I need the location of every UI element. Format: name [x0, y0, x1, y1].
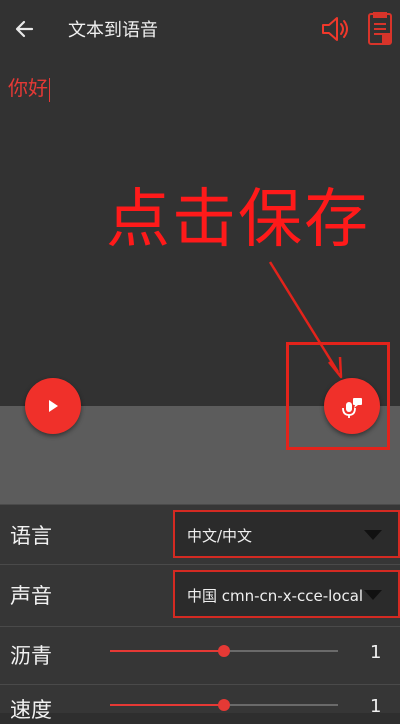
language-label: 语言	[10, 524, 52, 548]
voice-select[interactable]: 中国 cmn-cn-x-cce-local	[173, 570, 400, 618]
editor-text: 你好	[8, 76, 48, 100]
settings-panel: 语言 中文/中文 声音 中国 cmn-cn-x-cce-local 沥青 1 速…	[0, 504, 400, 722]
annotation-label: 点击保存	[106, 183, 370, 257]
slider-thumb[interactable]	[218, 699, 230, 711]
file-button[interactable]	[366, 11, 394, 47]
slider-fill	[110, 650, 224, 652]
editor-text-wrap: 你好	[8, 72, 50, 102]
play-icon	[49, 400, 58, 412]
dropdown-arrow-icon	[364, 590, 382, 600]
pitch-slider[interactable]	[110, 641, 338, 661]
text-caret	[49, 77, 50, 102]
back-button[interactable]	[10, 14, 40, 44]
divider	[0, 564, 400, 565]
save-audio-button[interactable]	[324, 378, 380, 434]
file-icon	[368, 12, 392, 45]
speak-button[interactable]	[318, 12, 352, 46]
voice-value: 中国 cmn-cn-x-cce-local	[187, 587, 364, 605]
speed-value: 1	[370, 696, 382, 717]
language-select[interactable]: 中文/中文	[173, 510, 400, 558]
mic-chat-icon	[342, 398, 362, 418]
dropdown-arrow-icon	[364, 530, 382, 540]
voice-label: 声音	[10, 584, 52, 608]
slider-fill	[110, 704, 224, 706]
app-bar: 文本到语音	[0, 0, 400, 58]
pitch-label: 沥青	[10, 644, 52, 668]
pitch-value: 1	[370, 642, 382, 663]
play-button[interactable]	[25, 378, 81, 434]
slider-thumb[interactable]	[218, 645, 230, 657]
speaker-icon	[322, 17, 348, 41]
divider	[0, 684, 400, 685]
speed-label: 速度	[10, 698, 52, 722]
arrow-left-icon	[15, 20, 34, 38]
divider	[0, 626, 400, 627]
divider	[0, 504, 400, 505]
page-title: 文本到语音	[68, 20, 158, 41]
speed-slider[interactable]	[110, 695, 338, 715]
language-value: 中文/中文	[187, 527, 253, 545]
